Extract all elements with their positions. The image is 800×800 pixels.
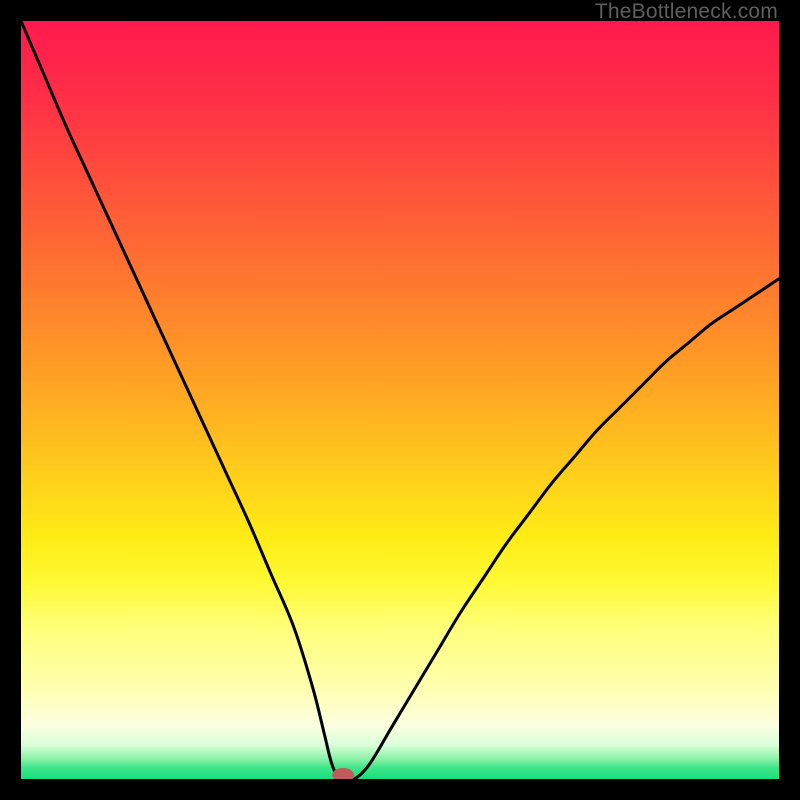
chart-svg — [21, 21, 779, 779]
chart-plot-area — [21, 21, 779, 779]
gradient-background — [21, 21, 779, 779]
chart-frame: TheBottleneck.com — [0, 0, 800, 800]
watermark-text: TheBottleneck.com — [595, 0, 778, 24]
